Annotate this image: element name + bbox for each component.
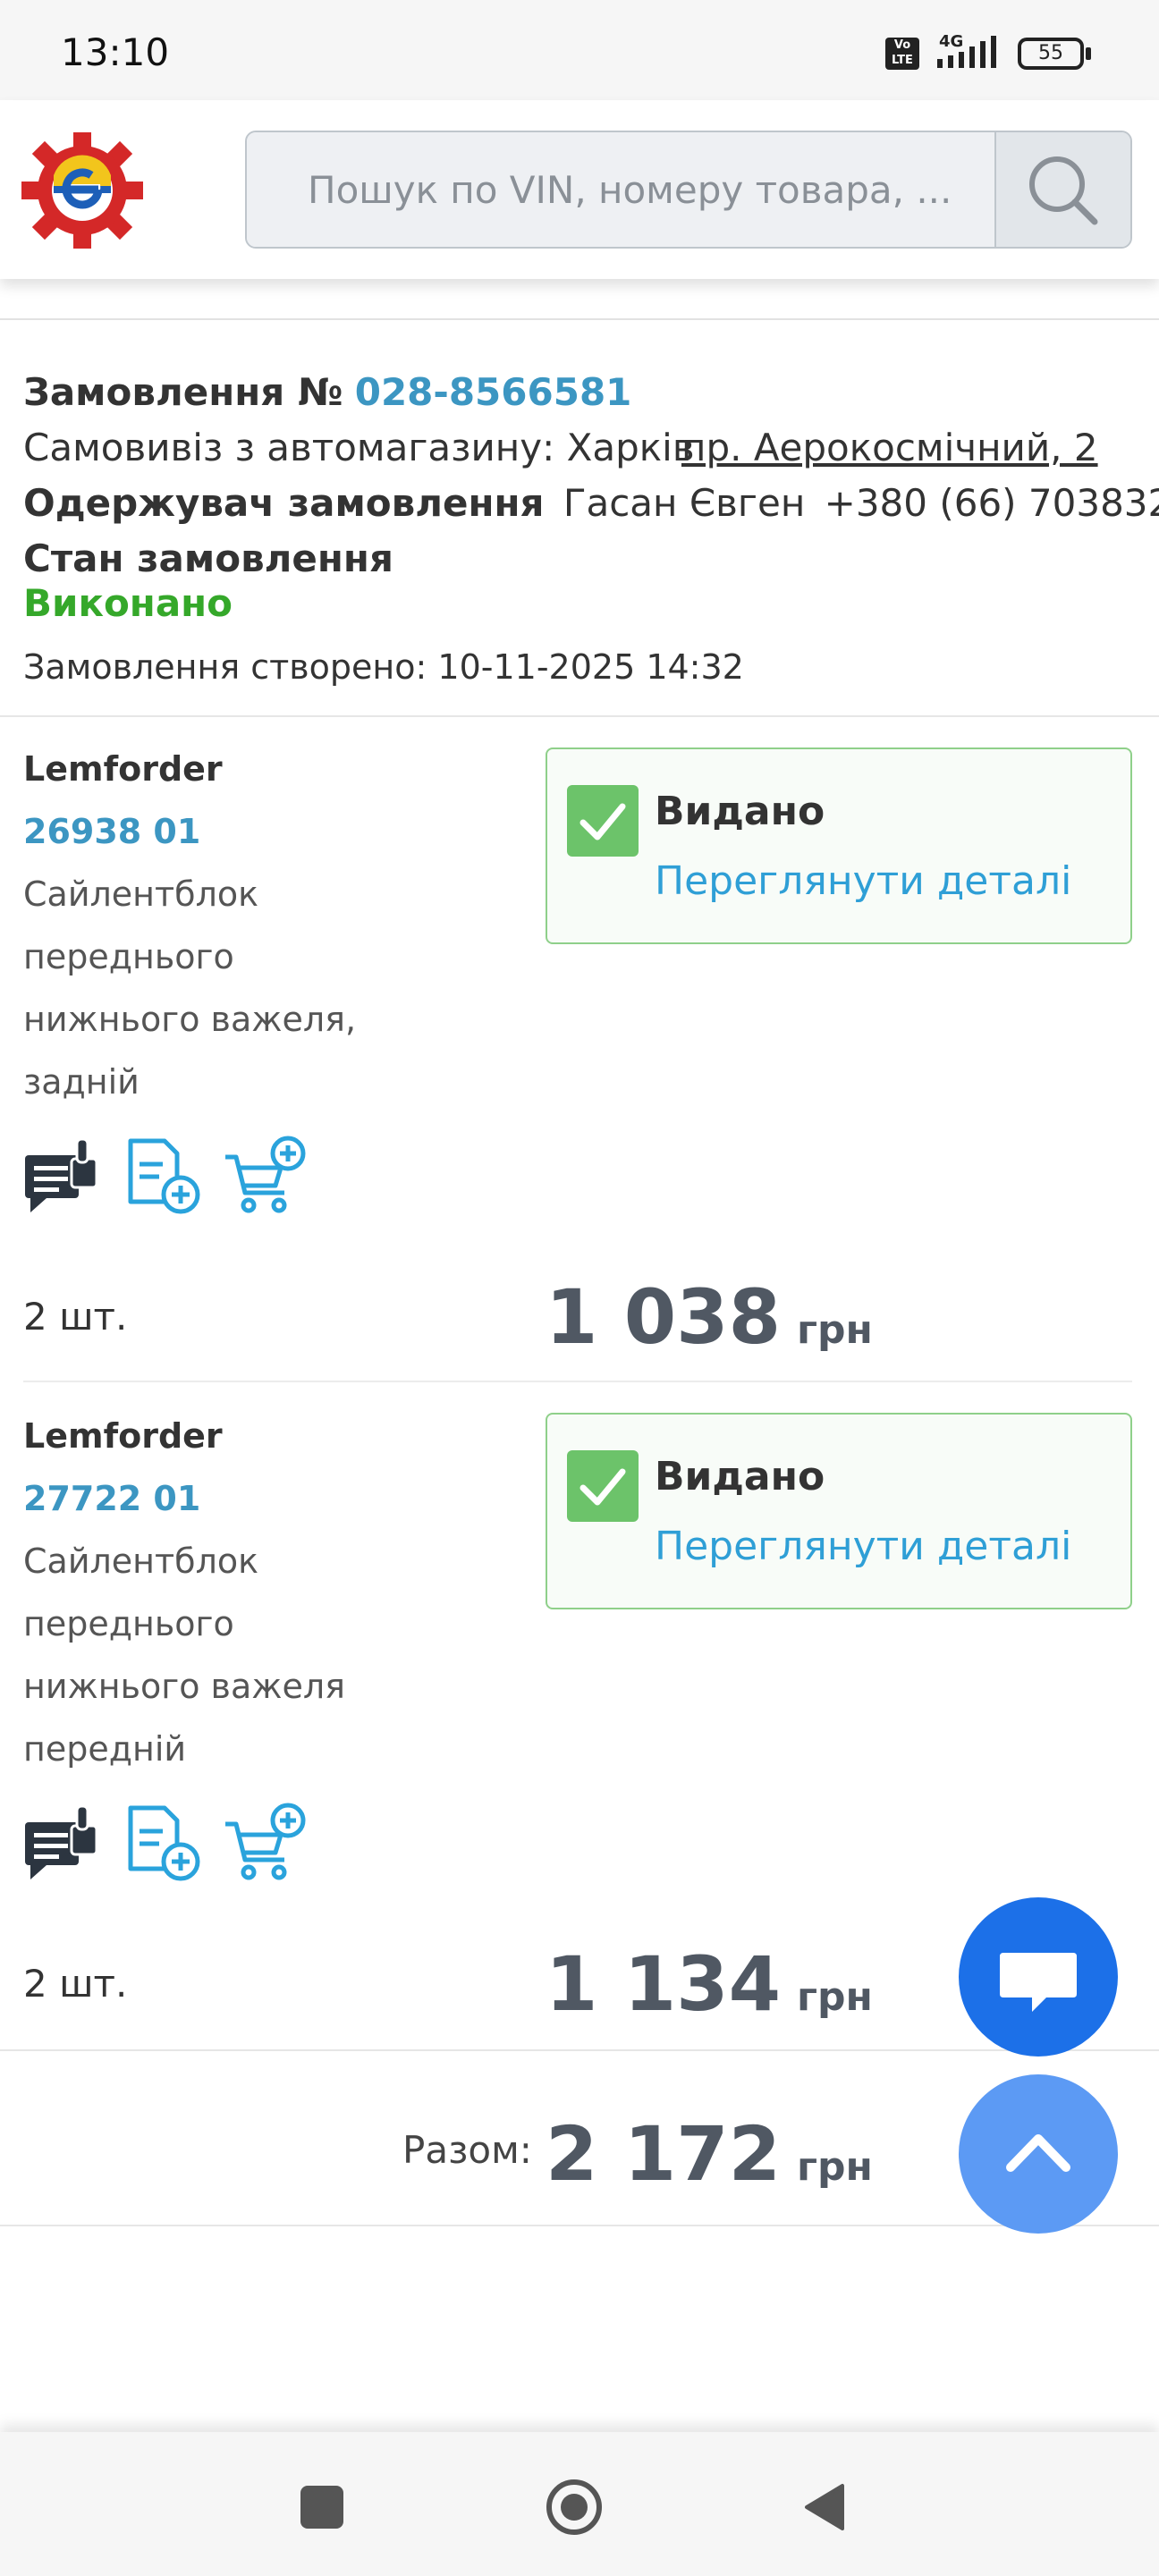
item-code-link[interactable]: 26938 01 — [23, 812, 200, 851]
signal-icon: 4G — [934, 32, 1003, 72]
item-divider — [23, 1381, 1132, 1382]
volte-icon: Vo LTE — [885, 38, 919, 70]
volte-label: Vo LTE — [892, 38, 913, 67]
search-icon — [1029, 156, 1098, 225]
search-button[interactable] — [994, 132, 1130, 247]
total-price: 2 172 грн — [546, 2110, 873, 2198]
item-price-value: 1 134 — [546, 1940, 782, 2028]
order-created: Замовлення створено: 10-11-2025 14:32 — [23, 647, 744, 687]
system-nav-bar — [0, 2432, 1159, 2576]
recipient-name: Гасан Євген — [563, 481, 806, 525]
item-desc-line: переднього — [23, 937, 234, 976]
item-status: Видано — [655, 1454, 825, 1499]
item-price-currency: грн — [797, 1307, 873, 1353]
item-quantity: 2 шт. — [23, 1962, 128, 2006]
pickup-label: Самовивіз з автомагазину: Харків — [23, 426, 695, 469]
battery-level: 55 — [1038, 42, 1063, 64]
home-button[interactable] — [546, 2479, 603, 2536]
item-desc-line: передній — [23, 1729, 187, 1769]
scroll-top-button[interactable] — [959, 2074, 1118, 2234]
check-icon — [567, 785, 639, 857]
add-note-icon[interactable] — [123, 1137, 202, 1220]
add-to-cart-icon[interactable] — [222, 1801, 308, 1887]
e-gear-logo-icon[interactable] — [20, 131, 145, 250]
chat-button[interactable] — [959, 1897, 1118, 2057]
total-currency: грн — [797, 2144, 873, 2190]
item-desc-line: задній — [23, 1062, 140, 1102]
item-status-card: Видано Переглянути деталі — [546, 1413, 1132, 1609]
recipient-label: Одержувач замовлення — [23, 481, 545, 525]
add-note-icon[interactable] — [123, 1804, 202, 1887]
item-desc-line: нижнього важеля, — [23, 1000, 357, 1039]
order-number-label: Замовлення № — [23, 370, 343, 414]
item-code-link[interactable]: 27722 01 — [23, 1479, 200, 1518]
item-status: Видано — [655, 789, 825, 834]
recents-button[interactable] — [300, 2486, 343, 2529]
item-brand: Lemforder — [23, 749, 223, 789]
item-price-value: 1 038 — [546, 1273, 782, 1361]
view-details-link[interactable]: Переглянути деталі — [655, 1524, 1071, 1569]
recipient-line: Одержувач замовлення Гасан Євген +380 (6… — [23, 481, 1159, 525]
status-time: 13:10 — [61, 30, 170, 74]
header-divider — [0, 318, 1159, 320]
view-details-link[interactable]: Переглянути деталі — [655, 858, 1071, 904]
check-icon — [567, 1450, 639, 1522]
order-state-value: Виконано — [23, 581, 233, 625]
item-brand: Lemforder — [23, 1416, 223, 1456]
item-desc-line: переднього — [23, 1604, 234, 1643]
item-quantity: 2 шт. — [23, 1295, 128, 1339]
item-desc-line: Сайлентблок — [23, 1541, 259, 1581]
recipient-phone: +380 (66) 7038321 — [824, 481, 1159, 525]
total-label: Разом: — [402, 2128, 532, 2172]
chat-icon — [1000, 1953, 1077, 2012]
item-price: 1 134 грн — [546, 1940, 873, 2028]
order-divider — [0, 715, 1159, 717]
item-price: 1 038 грн — [546, 1273, 873, 1361]
order-state-label: Стан замовлення — [23, 536, 393, 580]
search-bar — [245, 131, 1132, 249]
item-desc-line: нижнього важеля — [23, 1667, 345, 1706]
status-bar: 13:10 Vo LTE 4G 55 — [0, 0, 1159, 100]
add-to-cart-icon[interactable] — [222, 1134, 308, 1220]
review-icon[interactable] — [21, 1136, 100, 1218]
back-button[interactable] — [801, 2482, 846, 2532]
chevron-up-icon — [1006, 2134, 1070, 2172]
order-number-line: Замовлення № 028-8566581 — [23, 370, 631, 414]
battery-icon: 55 — [1018, 38, 1091, 70]
pickup-line: Самовивіз з автомагазину: Харків — [23, 426, 695, 469]
pickup-address-link[interactable]: пр. Аерокосмічний, 2 — [681, 426, 1098, 469]
item-status-card: Видано Переглянути деталі — [546, 747, 1132, 944]
review-icon[interactable] — [21, 1803, 100, 1885]
item-desc-line: Сайлентблок — [23, 874, 259, 914]
search-input[interactable] — [247, 132, 994, 247]
item-price-currency: грн — [797, 1974, 873, 2020]
order-number-link[interactable]: 028-8566581 — [355, 370, 632, 414]
total-value: 2 172 — [546, 2110, 782, 2198]
